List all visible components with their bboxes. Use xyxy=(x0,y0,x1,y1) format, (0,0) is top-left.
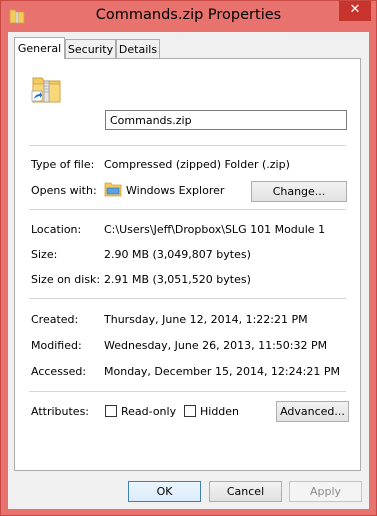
attributes-label: Attributes: xyxy=(31,405,90,418)
cancel-button[interactable]: Cancel xyxy=(209,481,282,502)
accessed-value: Monday, December 15, 2014, 12:24:21 PM xyxy=(104,365,340,378)
created-label: Created: xyxy=(31,313,79,326)
zip-folder-icon xyxy=(31,77,61,103)
accessed-label: Accessed: xyxy=(31,365,87,378)
hidden-label[interactable]: Hidden xyxy=(200,405,239,418)
size-on-disk-label: Size on disk: xyxy=(31,273,101,286)
size-label: Size: xyxy=(31,248,58,261)
opens-with-label: Opens with: xyxy=(31,184,97,197)
location-label: Location: xyxy=(31,223,82,236)
close-icon[interactable]: ✕ xyxy=(339,2,371,17)
tab-details-label: Details xyxy=(118,43,158,56)
apply-button[interactable]: Apply xyxy=(289,481,362,502)
title-bar[interactable]: Commands.zip Properties ✕ xyxy=(1,1,376,32)
change-button[interactable]: Change... xyxy=(251,181,347,202)
modified-label: Modified: xyxy=(31,339,82,352)
windows-explorer-icon xyxy=(104,182,122,197)
readonly-label[interactable]: Read-only xyxy=(121,405,176,418)
separator xyxy=(29,391,346,392)
type-value: Compressed (zipped) Folder (.zip) xyxy=(104,158,290,171)
readonly-checkbox[interactable] xyxy=(105,405,117,417)
file-name-input[interactable]: Commands.zip xyxy=(105,110,347,130)
tab-general-label: General xyxy=(17,42,62,55)
ok-button[interactable]: OK xyxy=(128,481,201,502)
type-label: Type of file: xyxy=(31,158,95,171)
advanced-button[interactable]: Advanced... xyxy=(276,401,349,422)
tab-general[interactable]: General xyxy=(14,37,65,59)
close-button[interactable]: ✕ xyxy=(339,1,371,21)
tab-security-label: Security xyxy=(67,43,114,56)
separator xyxy=(29,145,346,146)
dialog-client-area: General Security Details Commands.zip Ty… xyxy=(8,32,369,509)
properties-window: Commands.zip Properties ✕ General Securi… xyxy=(0,0,377,516)
location-value: C:\Users\Jeff\Dropbox\SLG 101 Module 1 xyxy=(104,223,326,236)
hidden-checkbox[interactable] xyxy=(184,405,196,417)
created-value: Thursday, June 12, 2014, 1:22:21 PM xyxy=(104,313,308,326)
window-title: Commands.zip Properties xyxy=(95,7,282,23)
size-value: 2.90 MB (3,049,807 bytes) xyxy=(104,248,251,261)
tab-security[interactable]: Security xyxy=(65,39,116,58)
opens-with-value: Windows Explorer xyxy=(126,184,225,197)
separator xyxy=(29,209,346,210)
general-tab-panel: Commands.zip Type of file: Compressed (z… xyxy=(14,58,361,471)
tab-details[interactable]: Details xyxy=(116,39,160,58)
modified-value: Wednesday, June 26, 2013, 11:50:32 PM xyxy=(104,339,328,352)
separator xyxy=(29,298,346,299)
size-on-disk-value: 2.91 MB (3,051,520 bytes) xyxy=(104,273,251,286)
